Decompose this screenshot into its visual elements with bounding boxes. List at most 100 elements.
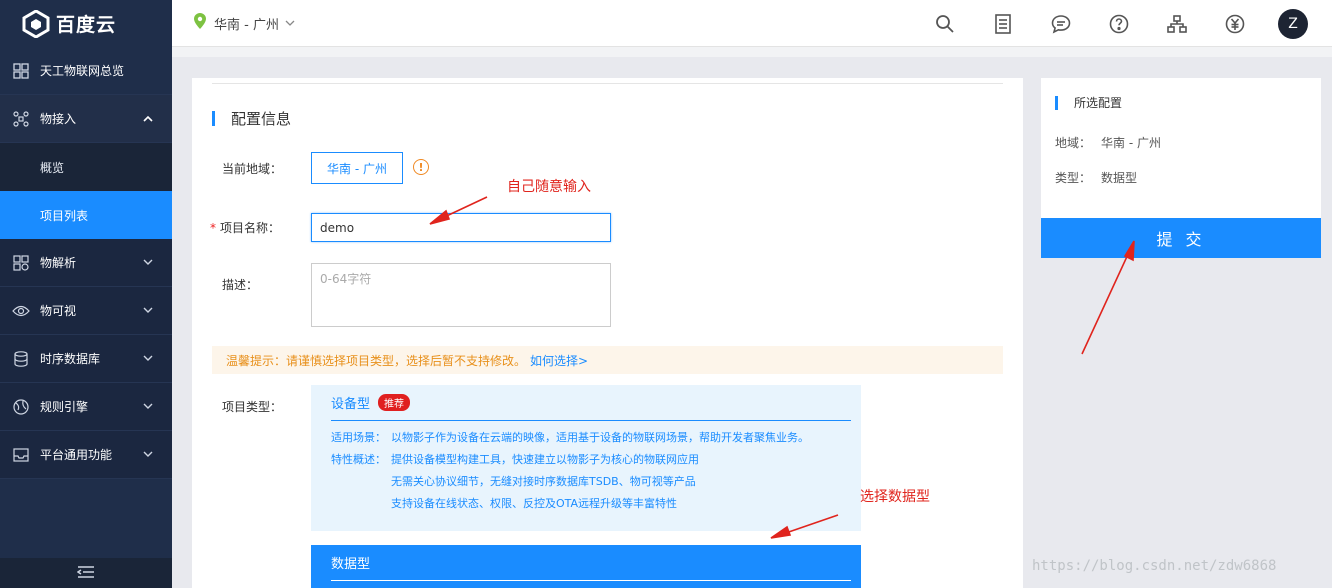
parse-icon	[12, 254, 30, 272]
description-textarea[interactable]	[311, 263, 611, 327]
chevron-down-icon	[142, 256, 154, 268]
orders-button[interactable]	[974, 0, 1032, 47]
annotation-type-hint: 选择数据型	[860, 489, 930, 505]
type-feature-row: 特性概述： 提供设备模型构建工具，快速建立以物影子为核心的物联网应用	[331, 449, 851, 471]
sidebar-item-platform-common[interactable]: 平台通用功能	[0, 431, 172, 479]
scene-text: 以物影子作为设备在云端的映像，适用基于设备的物联网场景，帮助开发者聚焦业务。	[391, 431, 809, 444]
sidebar: 百度云 天工物联网总览 物接入 概览 项目列表 物解析 物可视 时序数据库 规则…	[0, 0, 172, 588]
annotation-name-hint: 自己随意输入	[507, 179, 591, 195]
feature-text: 提供设备模型构建工具，快速建立以物影子为核心的物联网应用	[391, 453, 699, 466]
chevron-up-icon	[142, 112, 154, 124]
section-title-text: 配置信息	[231, 110, 292, 128]
project-type-label: 项目类型：	[222, 400, 283, 414]
sidebar-item-overview[interactable]: 天工物联网总览	[0, 47, 172, 95]
sidebar-item-tsdb[interactable]: 时序数据库	[0, 335, 172, 383]
header-band	[172, 47, 1332, 57]
sidebar-item-iot-access[interactable]: 物接入	[0, 95, 172, 143]
type-option-name: 设备型	[331, 397, 371, 412]
search-button[interactable]	[916, 0, 974, 47]
region-label: 华南 - 广州	[214, 17, 279, 33]
summary-title: 所选配置	[1055, 94, 1122, 111]
sidebar-item-rule-engine[interactable]: 规则引擎	[0, 383, 172, 431]
top-header: 华南 - 广州 Z	[172, 0, 1332, 47]
type-option-device[interactable]: 设备型 推荐 适用场景： 以物影子作为设备在云端的映像，适用基于设备的物联网场景…	[311, 385, 861, 531]
type-feature-row: 支持设备在线状态、权限、反控及OTA远程升级等丰富特性	[331, 493, 851, 515]
search-icon	[936, 14, 954, 33]
hub-icon	[12, 110, 30, 128]
list-icon	[995, 13, 1011, 34]
summary-type-value: 数据型	[1101, 171, 1138, 185]
currency-icon	[1225, 14, 1245, 33]
sidebar-subitem-project-list[interactable]: 项目列表	[0, 191, 172, 239]
summary-type-key: 类型：	[1055, 171, 1092, 185]
feature-text: 无需关心协议细节，无缝对接时序数据库TSDB、物可视等产品	[391, 475, 696, 488]
submit-button[interactable]: 提 交	[1041, 218, 1321, 258]
type-option-header: 数据型	[331, 545, 851, 581]
warning-tip: 温馨提示：请谨慎选择项目类型，选择后暂不支持修改。 如何选择>	[212, 346, 1003, 374]
sidebar-item-label: 物解析	[40, 256, 77, 270]
recommended-badge: 推荐	[378, 394, 411, 411]
globe-icon	[12, 398, 30, 416]
section-title: 配置信息	[212, 108, 291, 129]
config-form-card: 配置信息 当前地域： 华南 - 广州 ! * 项目名称： 描述： 温馨提示：请谨慎…	[192, 78, 1023, 588]
header-toolbar: Z	[916, 0, 1332, 47]
sidebar-item-label: 物接入	[40, 112, 77, 126]
inbox-icon	[12, 446, 30, 464]
region-selector[interactable]: 华南 - 广州	[194, 13, 295, 33]
project-name-input[interactable]	[311, 213, 611, 242]
messages-button[interactable]	[1032, 0, 1090, 47]
project-name-label-text: 项目名称：	[220, 221, 281, 235]
warning-circle-icon[interactable]: !	[413, 159, 429, 175]
type-feature-row: 无需关心协议细节，无缝对接时序数据库TSDB、物可视等产品	[331, 471, 851, 493]
location-pin-icon	[194, 13, 206, 33]
database-icon	[12, 350, 30, 368]
baidu-cloud-logo-icon	[22, 8, 50, 39]
collapse-menu-icon	[76, 565, 95, 582]
user-avatar[interactable]: Z	[1278, 8, 1308, 39]
sidebar-item-iot-visual[interactable]: 物可视	[0, 287, 172, 335]
message-icon	[1051, 14, 1071, 34]
required-asterisk: *	[210, 221, 216, 235]
eye-icon	[12, 302, 30, 320]
summary-region-value: 华南 - 广州	[1101, 136, 1161, 150]
sidebar-item-iot-parser[interactable]: 物解析	[0, 239, 172, 287]
project-name-label: * 项目名称：	[210, 219, 280, 236]
feature-key: 特性概述：	[331, 453, 386, 466]
collapse-sidebar-button[interactable]	[0, 558, 172, 588]
summary-region-key: 地域：	[1055, 136, 1092, 150]
grid-icon	[12, 62, 30, 80]
brand-logo[interactable]: 百度云	[0, 0, 172, 47]
resources-button[interactable]	[1148, 0, 1206, 47]
chevron-down-icon	[285, 16, 295, 31]
sidebar-item-label: 平台通用功能	[40, 448, 113, 462]
sidebar-item-label: 物可视	[40, 304, 77, 318]
summary-region-row: 地域： 华南 - 广州	[1055, 134, 1161, 151]
watermark: https://blog.csdn.net/zdw6868	[1032, 558, 1277, 574]
type-option-data[interactable]: 数据型	[311, 545, 861, 588]
sidebar-nav: 天工物联网总览 物接入 概览 项目列表 物解析 物可视 时序数据库 规则引擎 平…	[0, 47, 172, 479]
sidebar-subitem-overview[interactable]: 概览	[0, 143, 172, 191]
billing-button[interactable]	[1206, 0, 1264, 47]
chevron-down-icon	[142, 448, 154, 460]
divider	[212, 83, 1003, 84]
selected-config-card: 所选配置 地域： 华南 - 广州 类型： 数据型	[1041, 78, 1321, 218]
sitemap-icon	[1167, 14, 1187, 33]
region-field-label: 当前地域：	[222, 162, 283, 176]
how-to-choose-link[interactable]: 如何选择>	[530, 352, 588, 369]
help-button[interactable]	[1090, 0, 1148, 47]
region-pill[interactable]: 华南 - 广州	[311, 152, 403, 184]
chevron-down-icon	[142, 352, 154, 364]
summary-title-text: 所选配置	[1074, 96, 1123, 110]
type-scene-row: 适用场景： 以物影子作为设备在云端的映像，适用基于设备的物联网场景，帮助开发者聚…	[331, 427, 851, 449]
sidebar-item-label: 规则引擎	[40, 400, 89, 414]
sidebar-item-label: 天工物联网总览	[40, 64, 125, 78]
tip-text: 温馨提示：请谨慎选择项目类型，选择后暂不支持修改。	[226, 353, 527, 368]
scene-key: 适用场景：	[331, 431, 386, 444]
help-icon	[1109, 14, 1129, 33]
brand-name: 百度云	[56, 14, 117, 36]
feature-text: 支持设备在线状态、权限、反控及OTA远程升级等丰富特性	[391, 497, 678, 510]
title-accent-bar	[1055, 95, 1058, 110]
chevron-down-icon	[142, 400, 154, 412]
type-option-name: 数据型	[331, 557, 371, 572]
type-option-header: 设备型 推荐	[331, 385, 851, 421]
